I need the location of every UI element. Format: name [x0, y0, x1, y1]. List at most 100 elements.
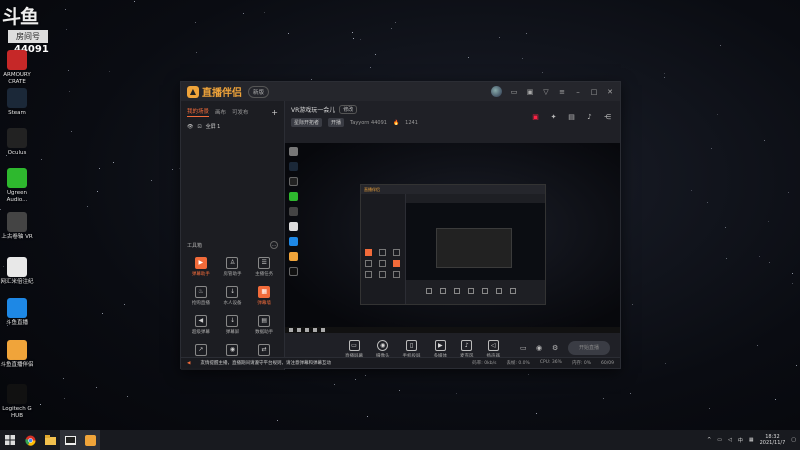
version-pill[interactable]: 新版: [248, 85, 270, 98]
tool-item[interactable]: ▶ 弹幕助手: [185, 257, 217, 277]
tool-item[interactable]: ♨ 抢购直播: [185, 286, 217, 306]
taskbar-chrome[interactable]: [20, 430, 40, 450]
add-scene-icon[interactable]: +: [271, 108, 278, 117]
windows-icon: [5, 435, 15, 445]
start-button[interactable]: [0, 430, 20, 450]
status-tag: 开播: [328, 118, 345, 127]
armoury-crate-icon: [7, 50, 27, 70]
left-panel: 我的场景 画布 可发布 + 👁 ⊡ 全屏 1 工具箱 … ▶ 弹幕助手 ♙ 房管助手 ☰…: [181, 101, 285, 370]
inbox-icon[interactable]: ▣: [526, 88, 534, 96]
nested-title: 直播伴侣: [361, 185, 545, 194]
volume-icon[interactable]: ◁: [728, 437, 732, 443]
tool-item[interactable]: ☰ 主播任务: [248, 257, 280, 277]
tool-item[interactable]: ♙ 房管助手: [217, 257, 249, 277]
category-tag[interactable]: 星际开拓者: [291, 118, 323, 127]
tool-label: 主播任务: [255, 272, 274, 277]
tab-canvas[interactable]: 画布: [215, 108, 226, 116]
title-bar[interactable]: ▲ 直播伴侣 新版 ▭ ▣ ▽ ≡ – □ ✕: [181, 82, 620, 101]
camera-icon: ◉: [226, 344, 239, 356]
taskbar-explorer[interactable]: [40, 430, 60, 450]
desktop-icon-label: 斗鱼直播伴侣: [0, 362, 34, 368]
toolbox-header: 工具箱 …: [187, 241, 278, 249]
tool-item[interactable]: ↓ 水人设备: [217, 286, 249, 306]
rocket-icon[interactable]: ✦: [549, 113, 558, 122]
control-mic[interactable]: ♪ 麦克风: [460, 339, 474, 359]
desktop-icon-live-companion[interactable]: 斗鱼直播伴侣: [0, 340, 34, 369]
tool-label: 数据助手: [255, 330, 274, 335]
desktop-icon-douyu[interactable]: 斗鱼直播: [0, 298, 34, 327]
clock[interactable]: 18:32 2021/11/7: [760, 434, 786, 446]
eye-icon[interactable]: ◉: [536, 344, 544, 352]
filter-icon[interactable]: ▽: [542, 88, 550, 96]
desktop-icon-label: 上古卷轴 VR: [1, 234, 33, 240]
message-icon[interactable]: ▭: [510, 88, 518, 96]
cat-logo-icon: ▲: [187, 85, 199, 98]
status-stat: 码率: 0kb/s: [472, 361, 497, 366]
tool-item[interactable]: ▤ 数据助手: [248, 315, 280, 335]
status-message: 友情提醒主播，直播期间请遵守平台规则，请注意弹幕和弹幕互动: [200, 361, 331, 366]
tab-publish[interactable]: 可发布: [232, 108, 249, 116]
start-live-button[interactable]: 开始直播: [568, 341, 610, 355]
control-camera[interactable]: ◉ 摄像头: [376, 339, 390, 359]
lock-icon[interactable]: ⊡: [197, 124, 201, 130]
control-phone-cast[interactable]: ▯ 手机投屏: [403, 339, 421, 359]
desktop-icon-armoury-crate[interactable]: ARMOURY CRATE: [0, 50, 34, 86]
status-bar: ◀ 友情提醒主播，直播期间请遵守平台规则，请注意弹幕和弹幕互动 码率: 0kb/…: [181, 357, 620, 368]
edit-title-button[interactable]: 修改: [339, 105, 358, 114]
download-icon: ↓: [226, 315, 239, 327]
speaker-icon: ◁: [487, 339, 499, 351]
control-media[interactable]: ▶ 多媒体: [434, 339, 447, 359]
tab-my-scenes[interactable]: 我的场景: [187, 107, 210, 117]
live-companion-window[interactable]: ▲ 直播伴侣 新版 ▭ ▣ ▽ ≡ – □ ✕ 我的场景 画布 可发布 + 👁 …: [180, 81, 621, 370]
control-speaker[interactable]: ◁ 扬声器: [487, 339, 500, 359]
shop-icon[interactable]: ▤: [567, 113, 576, 122]
avatar[interactable]: [491, 86, 502, 97]
portal-icon: ⇄: [258, 344, 271, 356]
taskbar-live-companion[interactable]: [80, 430, 100, 450]
desktop-icon-document[interactable]: 网汇米倍注纪: [0, 257, 34, 286]
room-info: Tayyorn 44091: [350, 119, 387, 126]
skyrim-vr-icon: [7, 212, 27, 232]
more-icon[interactable]: …: [270, 241, 278, 249]
notification-icon[interactable]: ▢: [791, 437, 796, 443]
menu-icon[interactable]: ≡: [558, 88, 566, 96]
taskbar: ^ ▭ ◁ 中 ▦ 18:32 2021/11/7 ▢: [0, 430, 800, 450]
app-logo: ▲ 直播伴侣: [187, 84, 242, 99]
gift-icon[interactable]: ▣: [531, 113, 540, 122]
tool-item[interactable]: ▦ 弹幕墙: [248, 286, 280, 306]
share-icon[interactable]: ⋲: [603, 113, 612, 122]
input-method[interactable]: 中: [738, 437, 743, 444]
mic-icon: ♪: [461, 339, 473, 351]
desktop-icon-skyrim-vr[interactable]: 上古卷轴 VR: [0, 212, 34, 241]
douyu-logo: 斗鱼: [2, 6, 39, 28]
tool-label: 超级弹幕: [191, 330, 210, 335]
desktop-icon-label: Oculus: [7, 150, 27, 156]
control-screen[interactable]: ▭ 直播屏幕: [345, 339, 363, 359]
maximize-icon[interactable]: □: [590, 88, 598, 96]
status-stat: CPU: 36%: [539, 360, 562, 365]
stream-preview[interactable]: 直播伴侣: [285, 143, 620, 333]
tool-label: 弹幕墙: [257, 301, 271, 306]
settings-icon[interactable]: ⚙: [552, 344, 560, 352]
taskbar-media[interactable]: [60, 430, 80, 450]
wall-icon: ▦: [258, 286, 271, 298]
desktop-icon-label: Ugreen Audio...: [6, 190, 28, 203]
scene-item[interactable]: 👁 ⊡ 全屏 1: [181, 120, 284, 133]
tool-item[interactable]: ◀ 超级弹幕: [185, 315, 217, 335]
minimize-icon[interactable]: –: [574, 88, 582, 96]
close-icon[interactable]: ✕: [606, 88, 614, 96]
chart-icon: ▤: [258, 315, 271, 327]
download-icon: ↓: [226, 286, 239, 298]
tool-label: 水人设备: [223, 301, 242, 306]
desktop-icon-oculus[interactable]: Oculus: [0, 128, 34, 157]
live-companion-icon: [7, 340, 27, 360]
network-icon[interactable]: ▭: [717, 437, 722, 443]
bell-icon[interactable]: ♪: [585, 113, 594, 122]
tool-item[interactable]: ↓ 弹幕屏: [217, 315, 249, 335]
desktop-icon-ugreen-audio[interactable]: Ugreen Audio...: [0, 168, 34, 204]
record-icon[interactable]: ▭: [520, 344, 528, 352]
chevron-up-icon[interactable]: ^: [707, 437, 711, 443]
desktop-icon-steam[interactable]: Steam: [0, 88, 34, 117]
eye-icon[interactable]: 👁: [187, 124, 193, 130]
desktop-icon-logitech[interactable]: Logitech G HUB: [0, 384, 34, 420]
